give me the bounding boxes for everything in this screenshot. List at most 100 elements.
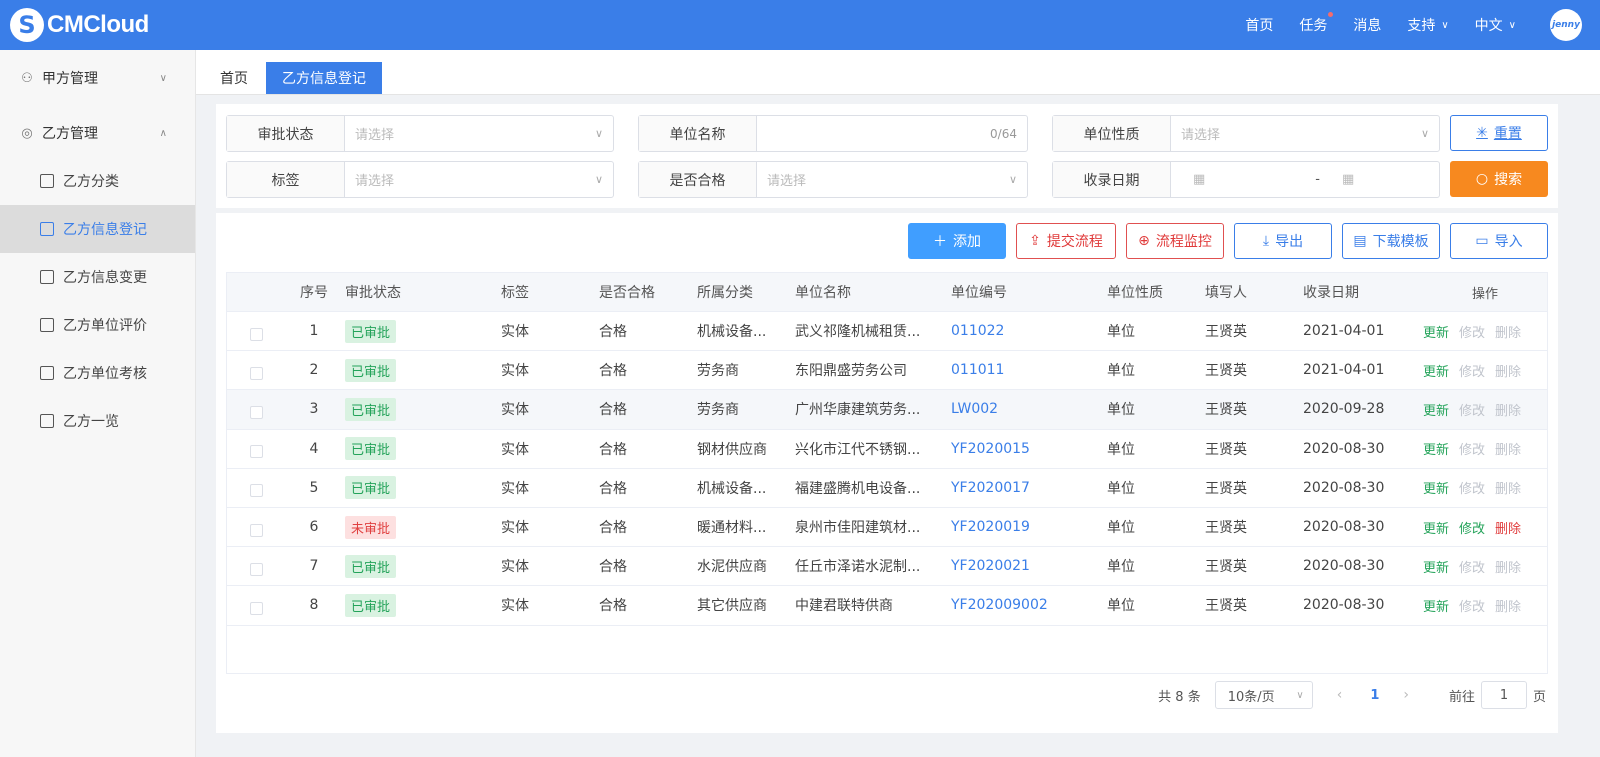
sidebar-group-party-a[interactable]: ⚇ 甲方管理 ∨ — [0, 54, 195, 102]
row-checkbox[interactable] — [249, 601, 263, 615]
submit-flow-button[interactable]: ⇪ 提交流程 — [1016, 223, 1116, 259]
monitor-flow-button[interactable]: ⊕ 流程监控 — [1126, 223, 1224, 259]
nav-tasks[interactable]: 任务 — [1299, 12, 1334, 35]
sidebar-item-evaluation[interactable]: 乙方单位评价 — [0, 301, 195, 349]
action-bar: ＋ 添加 ⇪ 提交流程 ⊕ 流程监控 ⤓ 导出 ▤ 下载模板 ▭ 导入 — [898, 223, 1548, 259]
row-checkbox[interactable] — [249, 484, 263, 498]
delete-link[interactable]: 删除 — [1495, 522, 1521, 537]
table-row[interactable]: 8 已审批 实体 合格 其它供应商 中建君联特供商 YF202009002 单位 王贤英 2020… — [227, 586, 1547, 626]
cell-unit-nature: 单位 — [1107, 324, 1135, 341]
unit-name-input[interactable]: 0/64 — [757, 116, 1027, 151]
cell-unit-code-link[interactable]: YF202009002 — [951, 597, 1107, 613]
edit-link[interactable]: 修改 — [1459, 600, 1485, 615]
reset-button[interactable]: ✳ 重置 — [1450, 115, 1548, 151]
update-link[interactable]: 更新 — [1423, 365, 1449, 380]
cell-unit-code-link[interactable]: LW002 — [951, 401, 1107, 417]
page-number-current[interactable]: 1 — [1370, 688, 1379, 703]
edit-link[interactable]: 修改 — [1459, 404, 1485, 419]
row-checkbox[interactable] — [249, 562, 263, 576]
cell-unit-code-link[interactable]: 011022 — [951, 323, 1107, 339]
approval-status-select[interactable]: 请选择 ∨ — [345, 116, 613, 151]
update-link[interactable]: 更新 — [1423, 522, 1449, 537]
cell-unit-code-link[interactable]: YF2020019 — [951, 519, 1107, 535]
logo[interactable]: S CMCloud — [10, 8, 149, 42]
nav-home-label: 首页 — [1245, 18, 1274, 34]
table-row[interactable]: 3 已审批 实体 合格 劳务商 广州华康建筑劳务... LW002 单位 王贤英 2020-09-… — [227, 390, 1547, 430]
cell-unit-nature: 单位 — [1107, 441, 1135, 458]
cell-category: 机械设备... — [697, 324, 767, 341]
update-link[interactable]: 更新 — [1423, 482, 1449, 497]
nav-messages[interactable]: 消息 — [1353, 15, 1381, 35]
qualified-select[interactable]: 请选择 ∨ — [757, 162, 1027, 197]
sidebar-item-category[interactable]: 乙方分类 — [0, 157, 195, 205]
update-link[interactable]: 更新 — [1423, 404, 1449, 419]
row-checkbox[interactable] — [249, 366, 263, 380]
sidebar-item-change[interactable]: 乙方信息变更 — [0, 253, 195, 301]
chevron-down-icon: ∨ — [1420, 127, 1429, 140]
edit-link[interactable]: 修改 — [1459, 326, 1485, 341]
add-button[interactable]: ＋ 添加 — [908, 223, 1006, 259]
row-checkbox[interactable] — [249, 405, 263, 419]
row-checkbox[interactable] — [249, 523, 263, 537]
cell-unit-code-link[interactable]: YF2020021 — [951, 558, 1107, 574]
update-link[interactable]: 更新 — [1423, 561, 1449, 576]
sidebar-item-overview[interactable]: 乙方一览 — [0, 397, 195, 445]
download-template-button[interactable]: ▤ 下载模板 — [1342, 223, 1440, 259]
cell-filler: 王贤英 — [1205, 559, 1247, 576]
avatar[interactable]: jenny — [1550, 9, 1582, 41]
row-checkbox-cell — [227, 596, 285, 615]
nav-language[interactable]: 中文 ∨ — [1475, 15, 1516, 35]
pagination: 共 8 条 10条/页 ∨ ‹ 1 › 前往 1 页 — [1158, 680, 1546, 710]
sidebar-group-party-b[interactable]: ◎ 乙方管理 ∧ — [0, 109, 195, 157]
edit-link[interactable]: 修改 — [1459, 522, 1485, 537]
cell-date: 2021-04-01 — [1303, 362, 1385, 379]
delete-link[interactable]: 删除 — [1495, 561, 1521, 576]
date-range-picker[interactable]: ▦ - ▦ — [1171, 162, 1439, 197]
next-page-icon[interactable]: › — [1403, 687, 1409, 703]
delete-link[interactable]: 删除 — [1495, 482, 1521, 497]
unit-nature-select[interactable]: 请选择 ∨ — [1171, 116, 1439, 151]
import-button[interactable]: ▭ 导入 — [1450, 223, 1548, 259]
table-row[interactable]: 5 已审批 实体 合格 机械设备... 福建盛腾机电设备... YF2020017 单位 王贤英… — [227, 469, 1547, 508]
row-checkbox[interactable] — [249, 327, 263, 341]
update-link[interactable]: 更新 — [1423, 600, 1449, 615]
nav-home[interactable]: 首页 — [1245, 15, 1273, 35]
delete-link[interactable]: 删除 — [1495, 326, 1521, 341]
delete-link[interactable]: 删除 — [1495, 365, 1521, 380]
cell-date: 2020-09-28 — [1303, 401, 1385, 418]
search-button[interactable]: ○ 搜索 — [1450, 161, 1548, 197]
total-count: 共 8 条 — [1158, 689, 1201, 705]
tag-select[interactable]: 请选择 ∨ — [345, 162, 613, 197]
delete-link[interactable]: 删除 — [1495, 404, 1521, 419]
delete-link[interactable]: 删除 — [1495, 600, 1521, 615]
delete-link[interactable]: 删除 — [1495, 443, 1521, 458]
edit-link[interactable]: 修改 — [1459, 561, 1485, 576]
cell-unit-code-link[interactable]: YF2020017 — [951, 480, 1107, 496]
edit-link[interactable]: 修改 — [1459, 443, 1485, 458]
cell-unit-code-link[interactable]: 011011 — [951, 362, 1107, 378]
tab-registration[interactable]: 乙方信息登记 — [266, 62, 382, 94]
page-size-select[interactable]: 10条/页 ∨ — [1214, 681, 1313, 709]
table-row[interactable]: 7 已审批 实体 合格 水泥供应商 任丘市泽诺水泥制... YF2020021 单位 王贤英 20… — [227, 547, 1547, 587]
export-button[interactable]: ⤓ 导出 — [1234, 223, 1332, 259]
sidebar-item-assessment[interactable]: 乙方单位考核 — [0, 349, 195, 397]
goto-page-input[interactable]: 1 — [1480, 681, 1527, 709]
tab-home[interactable]: 首页 — [210, 62, 258, 94]
cell-ops: 更新 修改 删除 — [1423, 518, 1547, 537]
table-row[interactable]: 4 已审批 实体 合格 钢材供应商 兴化市江代不锈钢... YF2020015 单位 王贤英 20… — [227, 430, 1547, 469]
prev-page-icon[interactable]: ‹ — [1337, 687, 1343, 703]
update-link[interactable]: 更新 — [1423, 326, 1449, 341]
search-icon: ○ — [1475, 171, 1489, 187]
update-link[interactable]: 更新 — [1423, 443, 1449, 458]
table-row[interactable]: 2 已审批 实体 合格 劳务商 东阳鼎盛劳务公司 011011 单位 王贤英 2021-04-01… — [227, 351, 1547, 391]
row-checkbox[interactable] — [249, 445, 263, 459]
edit-link[interactable]: 修改 — [1459, 482, 1485, 497]
sidebar-item-registration[interactable]: 乙方信息登记 — [0, 205, 195, 253]
nav-support[interactable]: 支持 ∨ — [1407, 15, 1448, 35]
cell-unit-code-link[interactable]: YF2020015 — [951, 441, 1107, 457]
edit-link[interactable]: 修改 — [1459, 365, 1485, 380]
table-row[interactable]: 6 未审批 实体 合格 暖通材料... 泉州市佳阳建筑材... YF2020019 单位 王贤英… — [227, 508, 1547, 548]
table-row[interactable]: 1 已审批 实体 合格 机械设备... 武义祁隆机械租赁... 011022 单位 王贤英 202… — [227, 312, 1547, 352]
cell-qualified: 合格 — [599, 480, 627, 497]
row-checkbox-cell — [227, 518, 285, 537]
